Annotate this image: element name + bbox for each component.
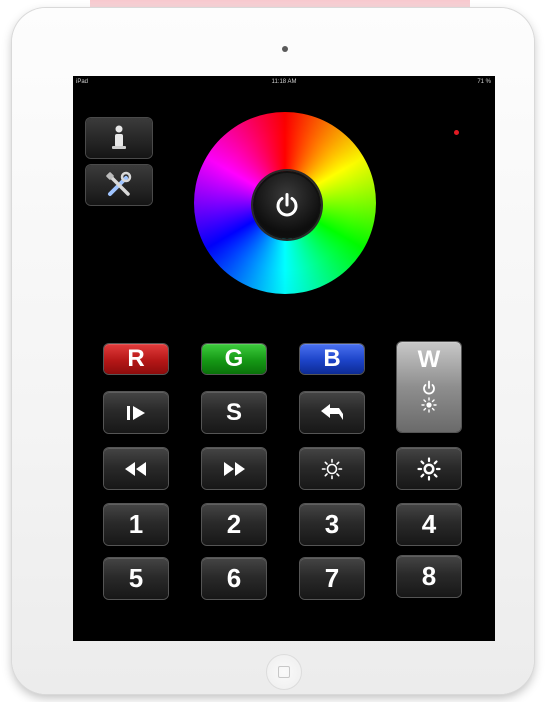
power-icon	[274, 192, 300, 218]
settings-button[interactable]	[86, 165, 152, 205]
scene-6-label: 6	[226, 563, 242, 593]
brightness-up-button[interactable]	[397, 448, 461, 489]
scene-1-button[interactable]: 1	[104, 504, 168, 545]
fast-forward-button[interactable]	[202, 448, 266, 489]
tablet-frame: iPad 11:18 AM 71 % R G B W S 1 2 3 4 5 6…	[12, 8, 534, 694]
sun-bright-icon	[417, 456, 441, 481]
white-label: W	[417, 346, 441, 373]
power-button[interactable]	[253, 171, 321, 239]
fast-forward-icon	[221, 460, 247, 478]
scene-5-label: 5	[128, 563, 144, 593]
battery-label: 71 %	[477, 79, 491, 85]
play-icon	[123, 403, 149, 423]
camera-dot	[282, 46, 288, 52]
scene-3-button[interactable]: 3	[300, 504, 364, 545]
red-button[interactable]: R	[104, 344, 168, 374]
app-screen: iPad 11:18 AM 71 % R G B W S 1 2 3 4 5 6…	[73, 76, 495, 641]
rewind-button[interactable]	[104, 448, 168, 489]
back-button[interactable]	[300, 392, 364, 433]
speed-button[interactable]: S	[202, 392, 266, 433]
scene-4-label: 4	[421, 509, 437, 539]
sun-outline-icon	[321, 458, 343, 480]
rewind-icon	[123, 460, 149, 478]
scene-4-button[interactable]: 4	[397, 504, 461, 545]
speed-label: S	[225, 398, 242, 426]
white-button[interactable]: W	[397, 342, 461, 432]
scene-6-button[interactable]: 6	[202, 558, 266, 599]
scene-5-button[interactable]: 5	[104, 558, 168, 599]
scene-2-button[interactable]: 2	[202, 504, 266, 545]
info-button[interactable]	[86, 118, 152, 158]
scene-3-label: 3	[324, 509, 340, 539]
play-button[interactable]	[104, 392, 168, 433]
red-label: R	[127, 345, 145, 372]
person-info-icon	[108, 124, 130, 152]
clock-label: 11:18 AM	[271, 79, 297, 85]
tools-icon	[104, 170, 134, 200]
home-button[interactable]	[266, 654, 302, 690]
back-arrow-icon	[319, 402, 345, 424]
status-bar: iPad 11:18 AM 71 %	[73, 76, 495, 88]
blue-label: B	[323, 345, 341, 372]
color-wheel[interactable]	[194, 112, 376, 294]
green-label: G	[224, 345, 244, 372]
status-led	[454, 130, 459, 135]
scene-8-button[interactable]: 8	[397, 556, 461, 597]
scene-7-button[interactable]: 7	[300, 558, 364, 599]
blue-button[interactable]: B	[300, 344, 364, 374]
brightness-down-button[interactable]	[300, 448, 364, 489]
scene-8-label: 8	[421, 561, 437, 591]
scene-2-label: 2	[226, 509, 242, 539]
power-light-icon	[420, 380, 438, 414]
green-button[interactable]: G	[202, 344, 266, 374]
scene-1-label: 1	[128, 509, 144, 539]
scene-7-label: 7	[324, 563, 340, 593]
